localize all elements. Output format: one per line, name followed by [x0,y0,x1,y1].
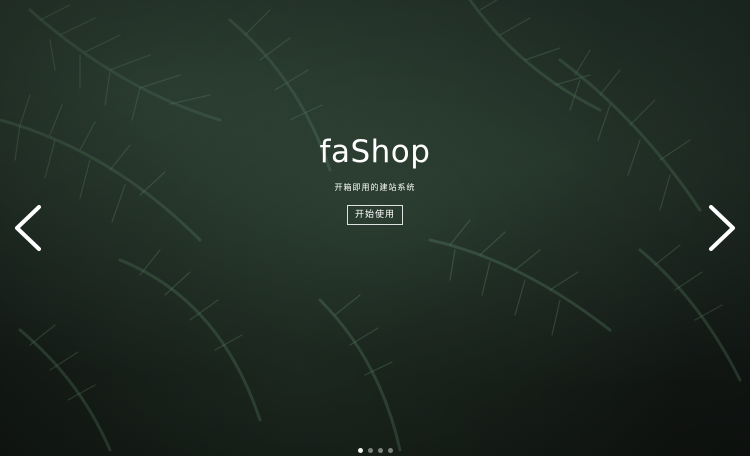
hero-tagline: 开箱即用的建站系统 [334,183,416,192]
carousel-prev-button[interactable] [10,204,46,252]
brand-logo: faShop [319,134,431,170]
carousel-dot[interactable] [357,448,363,453]
carousel-dot[interactable] [367,448,373,453]
carousel-next-button[interactable] [704,204,740,252]
get-started-button[interactable]: 开始使用 [346,205,403,225]
hero-content: faShop 开箱即用的建站系统 开始使用 [0,132,750,225]
image-overlay [0,0,750,456]
hero-banner: faShop 开箱即用的建站系统 开始使用 [0,0,750,456]
carousel-dot[interactable] [377,448,383,453]
chevron-right-icon [709,205,735,251]
chevron-left-icon [15,205,41,251]
carousel-dot[interactable] [387,448,393,453]
carousel-pagination [0,448,750,453]
